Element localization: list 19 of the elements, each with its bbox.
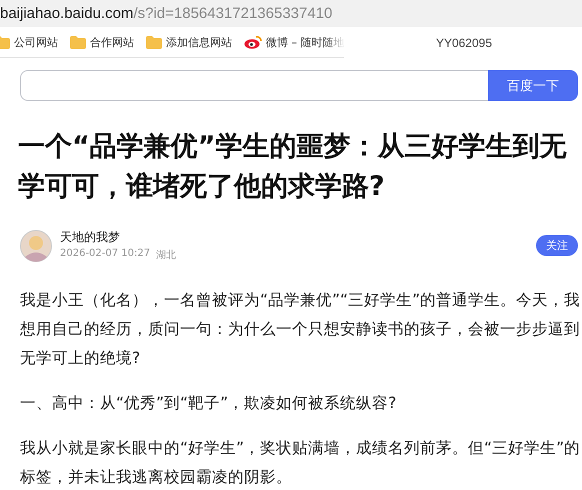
article-paragraph: 我从小就是家长眼中的“好学生”，奖状贴满墙，成绩名列前茅。但“三好学生”的标签，并未让我逃离校园霸凌的阴影。 — [20, 438, 582, 488]
article-paragraph: 一、高中：从“优秀”到“靶子”，欺凌如何被系统纵容? — [20, 393, 398, 414]
bookmark-link[interactable]: 公司网站 — [0, 34, 58, 50]
follow-button[interactable]: 关注 — [536, 235, 578, 256]
code-label: YY062095 — [436, 36, 492, 50]
article-paragraph: 我是小王（化名），一名曾被评为“品学兼优”“三好学生”的普通学生。今天，我想用自己的经历，质问一句：为什么一个只想安静读书的孩子，会被一步步逼到无学可上的绝境? — [20, 290, 582, 369]
eye-logo-icon — [244, 35, 262, 49]
folder-icon — [70, 36, 86, 48]
author-name[interactable]: 天地的我梦 — [60, 229, 528, 246]
article-title: 一个“品学兼优”学生的噩梦：从三好学生到无学可可，谁堵死了他的求学路? — [18, 130, 568, 204]
bookmark-link[interactable]: 合作网站 — [70, 34, 134, 50]
folder-icon — [146, 36, 162, 48]
bookmark-link[interactable]: 微博 – 随时随地 — [244, 34, 344, 50]
bookmark-link[interactable]: 添加信息网站 — [146, 34, 232, 50]
avatar — [20, 230, 52, 262]
publish-date: 2026-02-07 10:27 — [60, 248, 150, 261]
location-label: 湖北 — [156, 248, 176, 262]
search-field[interactable] — [20, 70, 488, 101]
search-button[interactable]: 百度一下 — [488, 70, 578, 101]
